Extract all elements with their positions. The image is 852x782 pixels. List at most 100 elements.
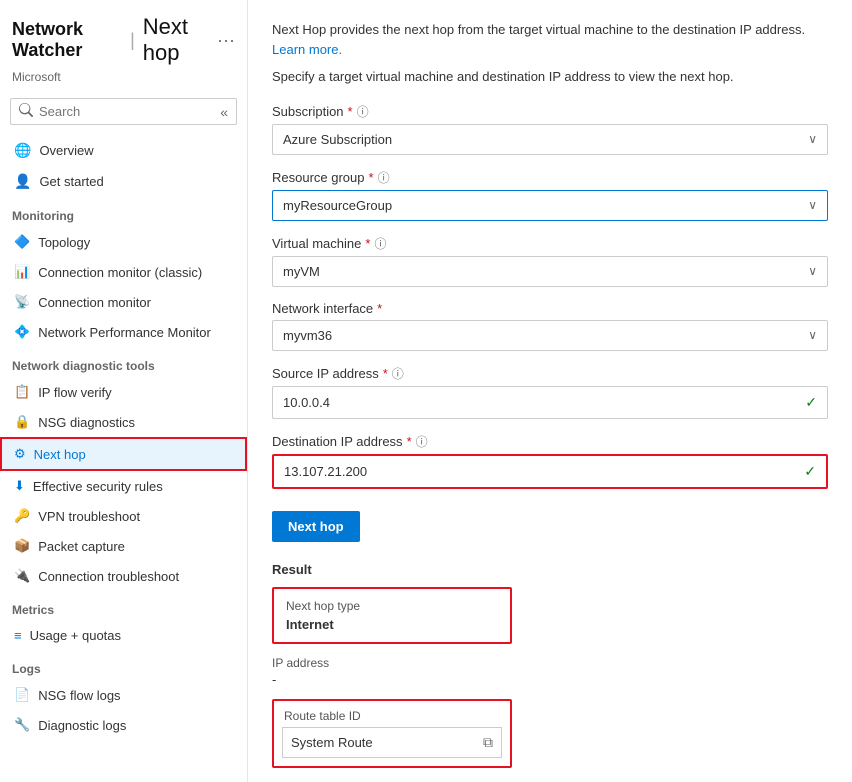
sidebar-item-usage-quotas[interactable]: ≡ Usage + quotas — [0, 621, 247, 650]
destination-ip-label: Destination IP address * ⓘ — [272, 433, 828, 450]
sidebar-item-packet-capture[interactable]: 📦 Packet capture — [0, 531, 247, 561]
resource-group-field-group: Resource group * ⓘ myResourceGroup ∨ — [272, 169, 828, 221]
result-section: Result Next hop type Internet IP address… — [272, 562, 828, 768]
user-icon: 👤 — [14, 173, 31, 190]
virtual-machine-field-group: Virtual machine * ⓘ myVM ∨ — [272, 235, 828, 287]
resource-group-required: * — [369, 170, 374, 185]
diag-logs-icon: 🔧 — [14, 717, 30, 733]
sidebar-label: Packet capture — [38, 539, 125, 554]
dest-ip-valid-icon: ✓ — [804, 463, 816, 480]
sidebar-item-topology[interactable]: 🔷 Topology — [0, 227, 247, 257]
resource-group-value: myResourceGroup — [283, 198, 392, 213]
subscription-info-icon[interactable]: ⓘ — [357, 103, 369, 120]
route-table-inner: System Route ⧉ — [282, 727, 502, 758]
sidebar-item-nsg-flow-logs[interactable]: 📄 NSG flow logs — [0, 680, 247, 710]
nsg-logs-icon: 📄 — [14, 687, 30, 703]
globe-icon: 🌐 — [14, 142, 31, 159]
vm-info-icon[interactable]: ⓘ — [374, 235, 386, 252]
sidebar-item-connection-monitor-classic[interactable]: 📊 Connection monitor (classic) — [0, 257, 247, 287]
result-label: Result — [272, 562, 828, 577]
subscription-required: * — [348, 104, 353, 119]
ni-required: * — [377, 301, 382, 316]
sidebar-label: Topology — [38, 235, 90, 250]
ip-address-value: - — [272, 672, 828, 687]
virtual-machine-dropdown[interactable]: myVM ∨ — [272, 256, 828, 287]
vpn-icon: 🔑 — [14, 508, 30, 524]
npm-icon: 💠 — [14, 324, 30, 340]
copy-icon[interactable]: ⧉ — [483, 734, 493, 751]
sidebar-item-diagnostic-logs[interactable]: 🔧 Diagnostic logs — [0, 710, 247, 740]
vm-required: * — [365, 236, 370, 251]
description-1: Next Hop provides the next hop from the … — [272, 20, 828, 59]
sidebar-label: Get started — [39, 174, 103, 189]
topology-icon: 🔷 — [14, 234, 30, 250]
resource-group-info-icon[interactable]: ⓘ — [378, 169, 390, 186]
source-ip-dropdown[interactable]: 10.0.0.4 ✓ — [272, 386, 828, 419]
sidebar-item-vpn-troubleshoot[interactable]: 🔑 VPN troubleshoot — [0, 501, 247, 531]
subscription-label: Subscription * ⓘ — [272, 103, 828, 120]
section-metrics: Metrics — [0, 591, 247, 621]
chevron-down-icon: ∨ — [808, 328, 817, 342]
sidebar-label: Overview — [39, 143, 93, 158]
sidebar-item-network-performance-monitor[interactable]: 💠 Network Performance Monitor — [0, 317, 247, 347]
destination-ip-value: 13.107.21.200 — [284, 464, 367, 479]
ip-address-section: IP address - — [272, 656, 828, 687]
sidebar-label: Connection monitor (classic) — [38, 265, 202, 280]
sidebar-item-ip-flow-verify[interactable]: 📋 IP flow verify — [0, 377, 247, 407]
network-interface-dropdown[interactable]: myvm36 ∨ — [272, 320, 828, 351]
sidebar-item-effective-security-rules[interactable]: ⬇ Effective security rules — [0, 471, 247, 501]
subscription-value: Azure Subscription — [283, 132, 392, 147]
dest-ip-info-icon[interactable]: ⓘ — [416, 433, 428, 450]
source-ip-info-icon[interactable]: ⓘ — [392, 365, 404, 382]
route-table-box: Route table ID System Route ⧉ — [272, 699, 512, 768]
virtual-machine-label: Virtual machine * ⓘ — [272, 235, 828, 252]
description-2: Specify a target virtual machine and des… — [272, 67, 828, 87]
search-box[interactable]: « — [10, 98, 237, 125]
nsg-icon: 🔒 — [14, 414, 30, 430]
next-hop-button[interactable]: Next hop — [272, 511, 360, 542]
sidebar-item-overview[interactable]: 🌐 Overview — [0, 135, 247, 166]
page-subtitle: Next hop — [143, 14, 209, 66]
source-ip-label: Source IP address * ⓘ — [272, 365, 828, 382]
usage-icon: ≡ — [14, 628, 22, 643]
sidebar-item-get-started[interactable]: 👤 Get started — [0, 166, 247, 197]
monitor-icon: 📡 — [14, 294, 30, 310]
network-interface-value: myvm36 — [283, 328, 332, 343]
source-ip-field-group: Source IP address * ⓘ 10.0.0.4 ✓ — [272, 365, 828, 419]
sidebar-item-next-hop[interactable]: ⚙ Next hop — [0, 437, 247, 471]
search-input[interactable] — [39, 104, 220, 119]
next-hop-type-value: Internet — [286, 617, 498, 632]
sidebar-item-nsg-diagnostics[interactable]: 🔒 NSG diagnostics — [0, 407, 247, 437]
sidebar: Network Watcher | Next hop ··· Microsoft… — [0, 0, 248, 782]
collapse-button[interactable]: « — [220, 104, 228, 120]
microsoft-label: Microsoft — [12, 70, 235, 84]
route-table-value: System Route — [291, 735, 373, 750]
more-button[interactable]: ··· — [217, 30, 235, 51]
sidebar-label: Effective security rules — [33, 479, 163, 494]
main-content: Next Hop provides the next hop from the … — [248, 0, 852, 782]
section-monitoring: Monitoring — [0, 197, 247, 227]
sidebar-label: Network Performance Monitor — [38, 325, 211, 340]
source-ip-required: * — [383, 366, 388, 381]
subscription-field-group: Subscription * ⓘ Azure Subscription ∨ — [272, 103, 828, 155]
destination-ip-input[interactable]: 13.107.21.200 ✓ — [272, 454, 828, 489]
network-interface-label: Network interface * — [272, 301, 828, 316]
destination-ip-field-group: Destination IP address * ⓘ 13.107.21.200… — [272, 433, 828, 489]
resource-group-dropdown[interactable]: myResourceGroup ∨ — [272, 190, 828, 221]
chevron-down-icon: ∨ — [808, 132, 817, 146]
monitor-classic-icon: 📊 — [14, 264, 30, 280]
sidebar-label: Diagnostic logs — [38, 718, 126, 733]
ip-address-label: IP address — [272, 656, 828, 670]
sidebar-item-connection-monitor[interactable]: 📡 Connection monitor — [0, 287, 247, 317]
learn-more-link[interactable]: Learn more. — [272, 42, 342, 57]
next-hop-icon: ⚙ — [14, 446, 26, 462]
section-network-diagnostic-tools: Network diagnostic tools — [0, 347, 247, 377]
form-section: Subscription * ⓘ Azure Subscription ∨ Re… — [272, 103, 828, 768]
breadcrumb-sep: | — [130, 30, 135, 51]
chevron-down-icon: ∨ — [808, 264, 817, 278]
subscription-dropdown[interactable]: Azure Subscription ∨ — [272, 124, 828, 155]
sidebar-nav: 🌐 Overview 👤 Get started Monitoring 🔷 To… — [0, 131, 247, 744]
sidebar-header: Network Watcher | Next hop ··· Microsoft — [0, 0, 247, 88]
sidebar-item-connection-troubleshoot[interactable]: 🔌 Connection troubleshoot — [0, 561, 247, 591]
search-icon — [19, 103, 33, 120]
